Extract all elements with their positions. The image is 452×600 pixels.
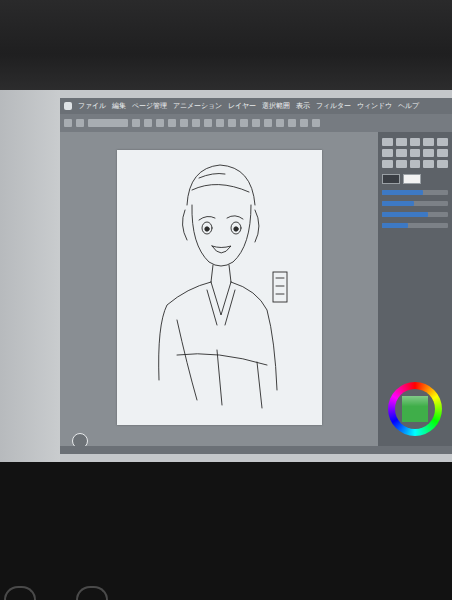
menu-item[interactable]: ファイル	[78, 101, 106, 111]
tool-icon[interactable]	[396, 149, 407, 157]
tool-icon[interactable]	[423, 138, 434, 146]
command-button[interactable]	[144, 119, 152, 127]
property-slider[interactable]	[382, 201, 448, 206]
tool-icon[interactable]	[382, 138, 393, 146]
tool-icon[interactable]	[382, 160, 393, 168]
character-drawing	[117, 150, 322, 425]
tool-icon[interactable]	[382, 149, 393, 157]
command-button[interactable]	[240, 119, 248, 127]
menu-item[interactable]: ページ管理	[132, 101, 167, 111]
command-button[interactable]	[168, 119, 176, 127]
command-button[interactable]	[228, 119, 236, 127]
screen-margin	[0, 90, 60, 462]
command-button[interactable]	[180, 119, 188, 127]
command-button[interactable]	[252, 119, 260, 127]
property-slider[interactable]	[382, 223, 448, 228]
command-button[interactable]	[64, 119, 72, 127]
command-button[interactable]	[88, 119, 128, 127]
photo: ファイル編集ページ管理アニメーションレイヤー選択範囲表示フィルターウィンドウヘル…	[0, 0, 452, 600]
tool-icon[interactable]	[437, 138, 448, 146]
command-button[interactable]	[264, 119, 272, 127]
app-logo-icon	[64, 102, 72, 110]
menu-bar: ファイル編集ページ管理アニメーションレイヤー選択範囲表示フィルターウィンドウヘル…	[60, 98, 452, 114]
tool-icon[interactable]	[437, 160, 448, 168]
sub-color-swatch[interactable]	[403, 174, 421, 184]
menu-item[interactable]: 表示	[296, 101, 310, 111]
ceiling	[0, 0, 452, 90]
color-square[interactable]	[402, 396, 428, 422]
command-button[interactable]	[204, 119, 212, 127]
command-button[interactable]	[312, 119, 320, 127]
command-button[interactable]	[300, 119, 308, 127]
command-button[interactable]	[156, 119, 164, 127]
command-button[interactable]	[132, 119, 140, 127]
color-wheel[interactable]	[388, 382, 442, 436]
canvas-area	[60, 132, 378, 446]
command-button[interactable]	[276, 119, 284, 127]
main-color-swatch[interactable]	[382, 174, 400, 184]
property-slider[interactable]	[382, 190, 448, 195]
menu-item[interactable]: フィルター	[316, 101, 351, 111]
canvas-paper[interactable]	[117, 150, 322, 425]
tool-grid	[382, 138, 448, 168]
chair	[4, 586, 36, 600]
right-panel	[378, 132, 452, 446]
command-bar	[60, 114, 452, 132]
property-slider[interactable]	[382, 212, 448, 217]
status-bar	[60, 446, 452, 454]
menu-item[interactable]: ウィンドウ	[357, 101, 392, 111]
command-button[interactable]	[76, 119, 84, 127]
tool-icon[interactable]	[423, 160, 434, 168]
command-button[interactable]	[192, 119, 200, 127]
tool-icon[interactable]	[437, 149, 448, 157]
audience-area	[0, 462, 452, 600]
command-button[interactable]	[288, 119, 296, 127]
tool-icon[interactable]	[396, 160, 407, 168]
app-window: ファイル編集ページ管理アニメーションレイヤー選択範囲表示フィルターウィンドウヘル…	[60, 98, 452, 454]
menu-item[interactable]: レイヤー	[228, 101, 256, 111]
tool-icon[interactable]	[396, 138, 407, 146]
chair	[76, 586, 108, 600]
menu-item[interactable]: 選択範囲	[262, 101, 290, 111]
menu-item[interactable]: 編集	[112, 101, 126, 111]
tool-icon[interactable]	[423, 149, 434, 157]
menu-item[interactable]: ヘルプ	[398, 101, 419, 111]
projection-screen: ファイル編集ページ管理アニメーションレイヤー選択範囲表示フィルターウィンドウヘル…	[0, 90, 452, 462]
tool-icon[interactable]	[410, 149, 421, 157]
menu-item[interactable]: アニメーション	[173, 101, 222, 111]
command-button[interactable]	[216, 119, 224, 127]
tool-icon[interactable]	[410, 160, 421, 168]
tool-icon[interactable]	[410, 138, 421, 146]
